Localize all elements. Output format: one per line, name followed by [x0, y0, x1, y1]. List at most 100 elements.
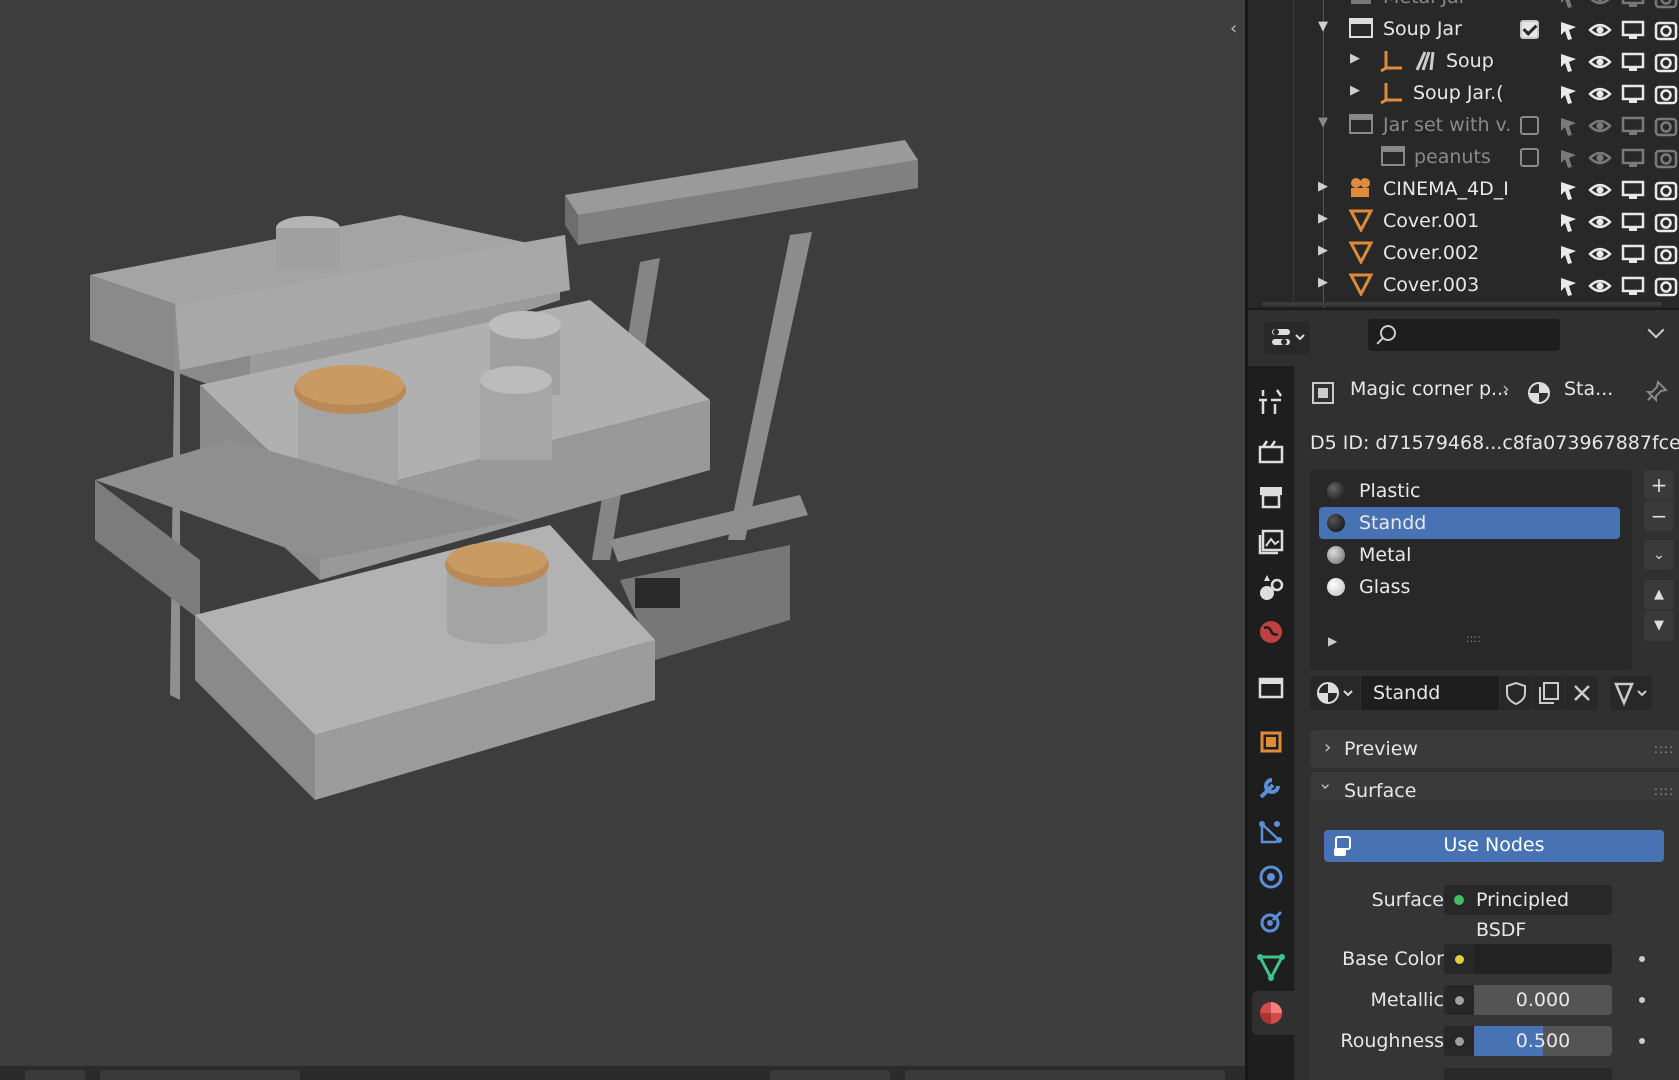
camera-object-icon [1351, 178, 1370, 197]
material-browse-icon [1317, 682, 1353, 704]
browse-material-button[interactable] [1310, 676, 1360, 710]
constraints-tab-icon[interactable] [1255, 906, 1287, 938]
viewport-footer [0, 1066, 1245, 1080]
view-layer-tab-icon[interactable] [1255, 526, 1287, 558]
3d-viewport[interactable]: ‹ [0, 0, 1245, 1066]
remove-slot-button[interactable]: − [1644, 501, 1674, 531]
collection-icon [1351, 0, 1371, 4]
close-icon [1574, 685, 1590, 701]
editor-type-button[interactable] [1264, 322, 1310, 354]
scene-tab-icon[interactable] [1255, 571, 1287, 603]
keyframe-dot-icon[interactable] [1639, 1038, 1645, 1044]
list-filter-expand-icon[interactable]: ▶ [1328, 634, 1337, 648]
drag-handle-icon[interactable]: :::: [1654, 742, 1674, 756]
move-slot-up-button[interactable]: ▲ [1644, 580, 1674, 610]
move-slot-down-button[interactable]: ▼ [1644, 611, 1674, 641]
exclude-checkbox[interactable] [1520, 116, 1539, 135]
roughness-slider[interactable]: 0.500 [1474, 1026, 1612, 1056]
world-tab-icon[interactable] [1255, 616, 1287, 648]
material-slot-name: Metal [1359, 544, 1412, 566]
expand-arrow-icon[interactable]: ▶ [1318, 211, 1328, 226]
chevron-down-icon[interactable] [1647, 321, 1665, 339]
search-icon [1380, 325, 1396, 341]
output-tab-icon[interactable] [1255, 481, 1287, 513]
properties-editor-icon [1272, 329, 1305, 345]
render-tab-icon[interactable] [1255, 436, 1287, 468]
next-field-partial [1444, 1068, 1612, 1080]
material-slot-item[interactable]: Plastic [1319, 475, 1620, 507]
duplicate-material-button[interactable] [1533, 676, 1565, 710]
expand-arrow-icon[interactable]: ▶ [1318, 243, 1328, 258]
fake-user-button[interactable] [1500, 676, 1532, 710]
material-slot-item[interactable]: Glass [1319, 571, 1620, 603]
restriction-toggles[interactable] [1548, 0, 1679, 300]
particles-tab-icon[interactable] [1255, 816, 1287, 848]
expand-arrow-icon[interactable]: ▼ [1318, 19, 1328, 34]
drag-handle-icon[interactable]: :::: [1654, 784, 1674, 798]
preview-panel-header[interactable]: › Preview :::: [1310, 730, 1679, 768]
object-data-icon [1312, 382, 1334, 404]
exclude-checkbox[interactable] [1520, 148, 1539, 167]
unlink-material-button[interactable] [1566, 676, 1598, 710]
mesh-link-icon [1614, 682, 1647, 707]
empty-object-icon [1380, 51, 1402, 72]
expand-arrow-icon[interactable]: ▼ [1318, 115, 1328, 130]
use-nodes-button[interactable]: Use Nodes [1324, 830, 1664, 862]
keyframe-dot-icon[interactable] [1639, 997, 1645, 1003]
slot-specials-button[interactable]: ⌄ [1644, 540, 1674, 570]
material-slot-list[interactable]: Plastic Standd Metal Glass ▶ :::: [1310, 470, 1632, 670]
outliner-label: Soup Jar.( [1413, 82, 1504, 104]
use-nodes-label: Use Nodes [1443, 834, 1545, 856]
object-tab-icon[interactable] [1255, 726, 1287, 758]
outliner-label: Cover.002 [1383, 242, 1480, 264]
mesh-object-icon [1348, 241, 1374, 264]
expand-arrow-icon[interactable]: ▶ [1318, 179, 1328, 194]
data-tab-icon[interactable] [1255, 951, 1287, 983]
outliner-label: peanuts [1414, 146, 1491, 168]
material-ball-icon [1327, 482, 1345, 500]
collection-icon [1381, 146, 1405, 166]
chevron-down-icon: › [1315, 782, 1337, 791]
base-color-swatch[interactable] [1474, 944, 1612, 974]
outliner-label: Metal Jar [1383, 0, 1467, 8]
value-socket-icon [1454, 995, 1465, 1006]
material-slot-name: Plastic [1359, 480, 1421, 502]
mesh-object-icon [1348, 209, 1374, 232]
expand-arrow-icon[interactable]: ▶ [1350, 51, 1360, 66]
material-slot-item[interactable]: Metal [1319, 539, 1620, 571]
metallic-label: Metallic [1370, 989, 1444, 1011]
surface-shader-selector[interactable]: Principled BSDF [1444, 885, 1612, 941]
roughness-socket-button[interactable] [1444, 1026, 1474, 1056]
material-slot-name: Standd [1359, 512, 1427, 534]
add-slot-button[interactable]: + [1644, 470, 1674, 500]
outliner-scrollbar[interactable] [1262, 302, 1662, 306]
physics-tab-icon[interactable] [1255, 861, 1287, 893]
material-ball-icon [1327, 578, 1345, 596]
surface-label: Surface [1371, 889, 1444, 911]
material-properties: Magic corner p... › Sta... D5 ID: d71579… [1294, 366, 1679, 1080]
chevron-left-icon[interactable]: ‹ [1230, 18, 1237, 39]
material-ball-icon [1327, 546, 1345, 564]
material-icon [1528, 382, 1550, 404]
outliner-label: CINEMA_4D_I [1383, 178, 1509, 200]
metallic-socket-button[interactable] [1444, 985, 1474, 1015]
expand-arrow-icon[interactable]: ▶ [1318, 275, 1328, 290]
copy-icon [1539, 682, 1559, 704]
material-name-field[interactable]: Standd [1361, 676, 1499, 710]
pin-icon[interactable] [1644, 380, 1668, 404]
tool-tab-icon[interactable] [1255, 386, 1287, 418]
properties-search-input[interactable] [1368, 319, 1560, 351]
resize-handle-icon[interactable]: :::: [1466, 632, 1481, 645]
keyframe-dot-icon[interactable] [1639, 956, 1645, 962]
exclude-checkbox[interactable] [1520, 20, 1539, 39]
expand-arrow-icon[interactable]: ▶ [1350, 83, 1360, 98]
collection-tab-icon[interactable] [1255, 671, 1287, 703]
material-slot-name: Glass [1359, 576, 1411, 598]
base-color-socket-button[interactable] [1444, 944, 1474, 974]
value-socket-icon [1454, 1036, 1465, 1047]
metallic-slider[interactable]: 0.000 [1474, 985, 1612, 1015]
link-type-button[interactable] [1610, 676, 1652, 710]
modifier-tab-icon[interactable] [1255, 771, 1287, 803]
outliner-label: Jar set with v. [1383, 114, 1512, 136]
material-slot-item-selected[interactable]: Standd [1319, 507, 1620, 539]
